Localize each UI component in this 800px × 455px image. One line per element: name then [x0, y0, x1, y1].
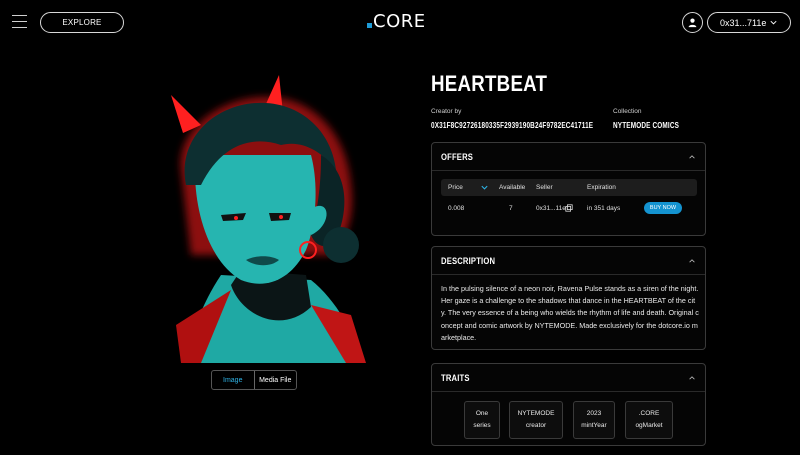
asset-title: HEARTBEAT: [431, 71, 548, 96]
offers-header[interactable]: OFFERS: [432, 143, 705, 171]
chevron-up-icon[interactable]: [688, 153, 696, 161]
offer-seller: 0x31...11e: [536, 204, 566, 212]
offers-panel: OFFERS Price Available Seller Expiration…: [431, 142, 706, 236]
offer-price: 0.008: [448, 204, 465, 212]
col-seller: Seller: [536, 184, 553, 191]
tab-image[interactable]: Image: [212, 371, 255, 389]
chevron-up-icon[interactable]: [688, 257, 696, 265]
explore-button[interactable]: EXPLORE: [40, 12, 124, 33]
logo-text: CORE: [373, 11, 426, 32]
col-expiration: Expiration: [587, 184, 616, 191]
collection-label: Collection: [613, 108, 642, 115]
offers-title: OFFERS: [441, 151, 474, 162]
trait-value: One: [475, 410, 489, 417]
wallet-address: 0x31...711e: [720, 17, 767, 28]
trait-type: creator: [525, 422, 547, 429]
traits-title: TRAITS: [441, 372, 470, 383]
user-avatar-button[interactable]: [682, 12, 703, 33]
collection-name[interactable]: NYTEMODE COMICS: [613, 121, 679, 130]
trait-value: NYTEMODE: [517, 410, 555, 417]
logo[interactable]: CORE: [367, 11, 426, 32]
media-toggle: Image Media File: [211, 370, 297, 390]
creator-label: Creator by: [431, 108, 462, 115]
offer-expiration: in 351 days: [587, 204, 621, 212]
chevron-down-icon: [770, 20, 777, 25]
trait-card[interactable]: 2023 mintYear: [573, 401, 615, 439]
trait-type: ogMarket: [635, 422, 663, 429]
trait-card[interactable]: One series: [464, 401, 500, 439]
offers-table-header: Price Available Seller Expiration: [441, 179, 697, 196]
description-header[interactable]: DESCRIPTION: [432, 247, 705, 275]
sort-chevron-icon[interactable]: [480, 183, 489, 192]
chevron-up-icon[interactable]: [688, 374, 696, 382]
trait-card[interactable]: .CORE ogMarket: [625, 401, 673, 439]
tab-media-file[interactable]: Media File: [255, 371, 297, 389]
traits-header[interactable]: TRAITS: [432, 364, 705, 392]
buy-now-button[interactable]: BUY NOW: [644, 202, 682, 214]
table-row: 0.008 7 0x31...11e in 351 days BUY NOW: [441, 196, 697, 220]
offer-available: 7: [509, 204, 513, 212]
trait-value: 2023: [586, 410, 602, 417]
trait-type: mintYear: [581, 422, 607, 429]
description-title: DESCRIPTION: [441, 255, 496, 266]
description-panel: DESCRIPTION In the pulsing silence of a …: [431, 246, 706, 350]
traits-panel: TRAITS One series NYTEMODE creator 2023 …: [431, 363, 706, 446]
wallet-button[interactable]: 0x31...711e: [707, 12, 791, 33]
col-available: Available: [499, 184, 526, 191]
trait-card[interactable]: NYTEMODE creator: [509, 401, 563, 439]
logo-dot-icon: [367, 23, 372, 28]
artwork-image: [161, 75, 371, 363]
description-text: In the pulsing silence of a neon noir, R…: [441, 284, 699, 342]
col-price[interactable]: Price: [448, 184, 463, 191]
trait-value: .CORE: [638, 410, 660, 417]
trait-type: series: [473, 422, 491, 429]
user-icon: [688, 18, 697, 28]
creator-address[interactable]: 0X31F8C92726180335F2939190B24F9782EC4171…: [431, 121, 593, 130]
offers-table: Price Available Seller Expiration 0.008 …: [441, 179, 697, 220]
menu-icon[interactable]: [12, 15, 27, 29]
copy-icon[interactable]: [565, 204, 573, 212]
